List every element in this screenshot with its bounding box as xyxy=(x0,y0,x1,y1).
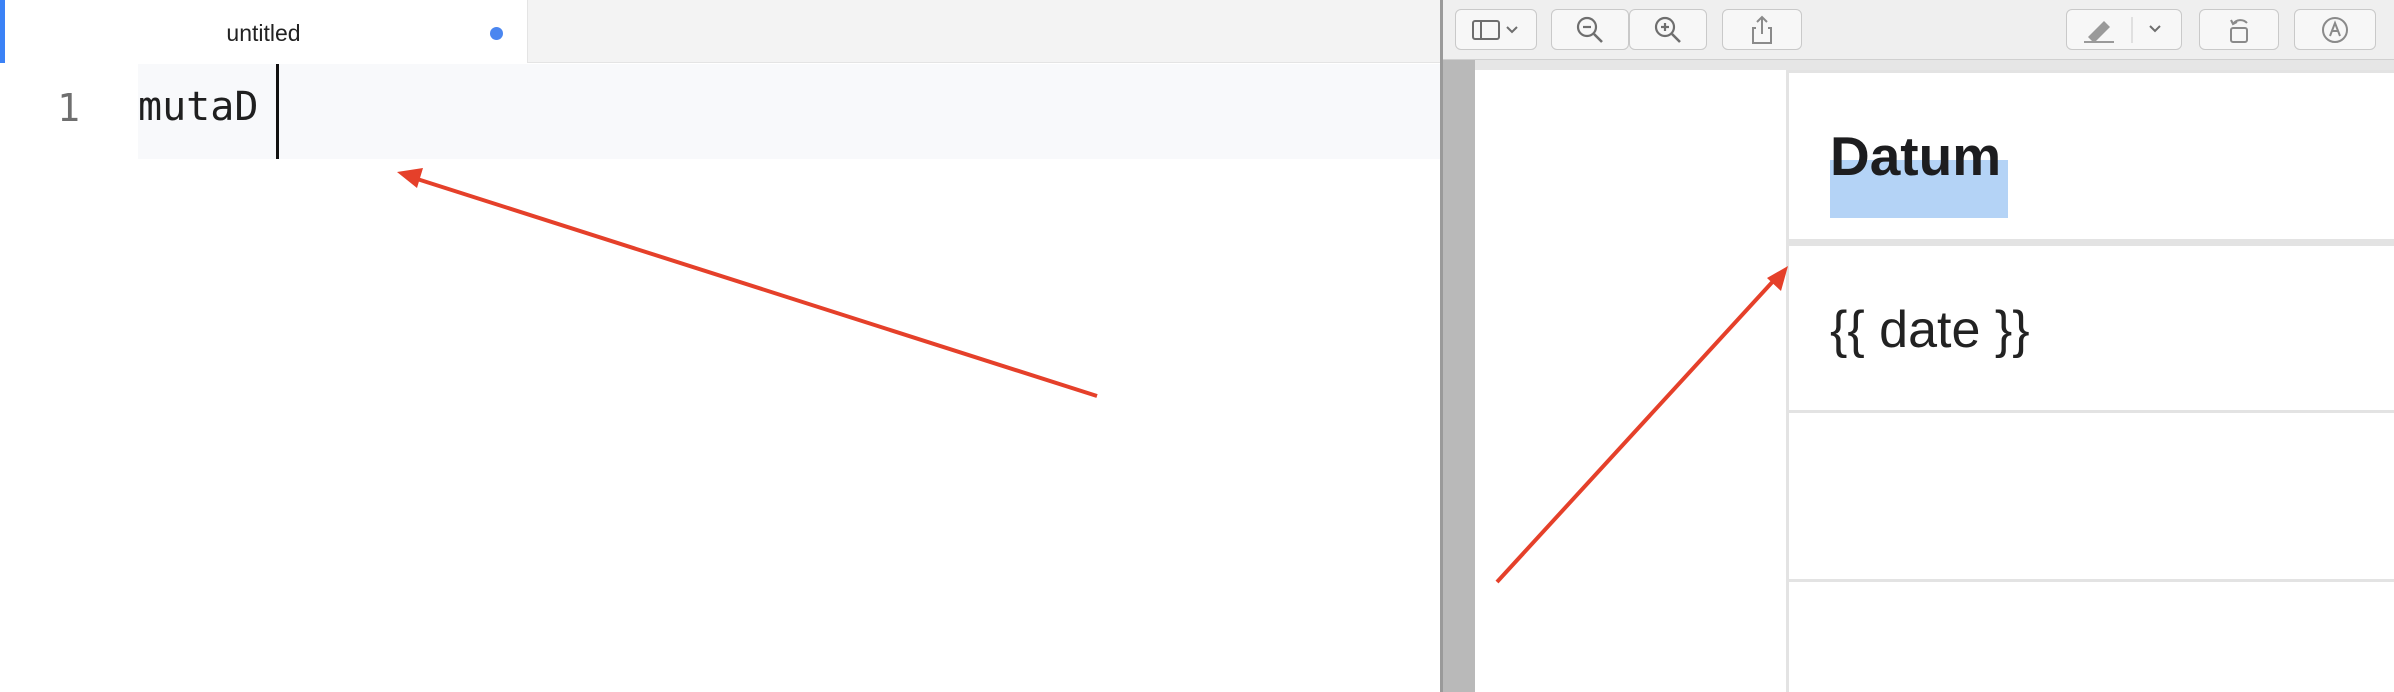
table-header-cell[interactable]: Datum xyxy=(1830,124,2001,188)
tab-bar: untitled xyxy=(0,0,1440,63)
markup-icon xyxy=(2322,16,2348,43)
table-data-cell[interactable]: {{ date }} xyxy=(1830,300,2030,360)
preview-toolbar xyxy=(1443,0,2394,60)
zoom-out-icon xyxy=(1576,16,1603,43)
table-header-border xyxy=(1789,239,2394,246)
zoom-in-icon xyxy=(1654,16,1681,43)
sidebar-toggle-button[interactable] xyxy=(1455,9,1537,50)
table-row-border xyxy=(1789,579,2394,582)
line-number: 1 xyxy=(57,86,80,130)
code-line[interactable]: mutaD xyxy=(138,84,258,130)
highlight-button[interactable] xyxy=(2066,9,2182,50)
highlight-pen-icon xyxy=(2084,16,2161,43)
unsaved-dot-icon[interactable] xyxy=(490,27,503,40)
sidebar-strip xyxy=(1443,60,1475,692)
text-editor: untitled 1 mutaD xyxy=(0,0,1440,692)
share-button[interactable] xyxy=(1722,9,1802,50)
table-left-border xyxy=(1786,70,1789,692)
tab-untitled[interactable]: untitled xyxy=(0,0,528,63)
sidebar-toggle-icon xyxy=(1472,19,1518,40)
rotate-button[interactable] xyxy=(2199,9,2279,50)
rotate-icon xyxy=(2230,18,2248,43)
markup-button[interactable] xyxy=(2294,9,2376,50)
table-row-border xyxy=(1789,410,2394,413)
current-line-highlight xyxy=(138,64,1440,159)
share-icon xyxy=(1752,15,1772,44)
tab-title: untitled xyxy=(226,20,301,46)
zoom-in-button[interactable] xyxy=(1629,9,1707,50)
page-gap xyxy=(1475,60,2394,70)
table-top-border xyxy=(1789,70,2394,73)
zoom-out-button[interactable] xyxy=(1551,9,1629,50)
text-caret xyxy=(276,64,279,159)
